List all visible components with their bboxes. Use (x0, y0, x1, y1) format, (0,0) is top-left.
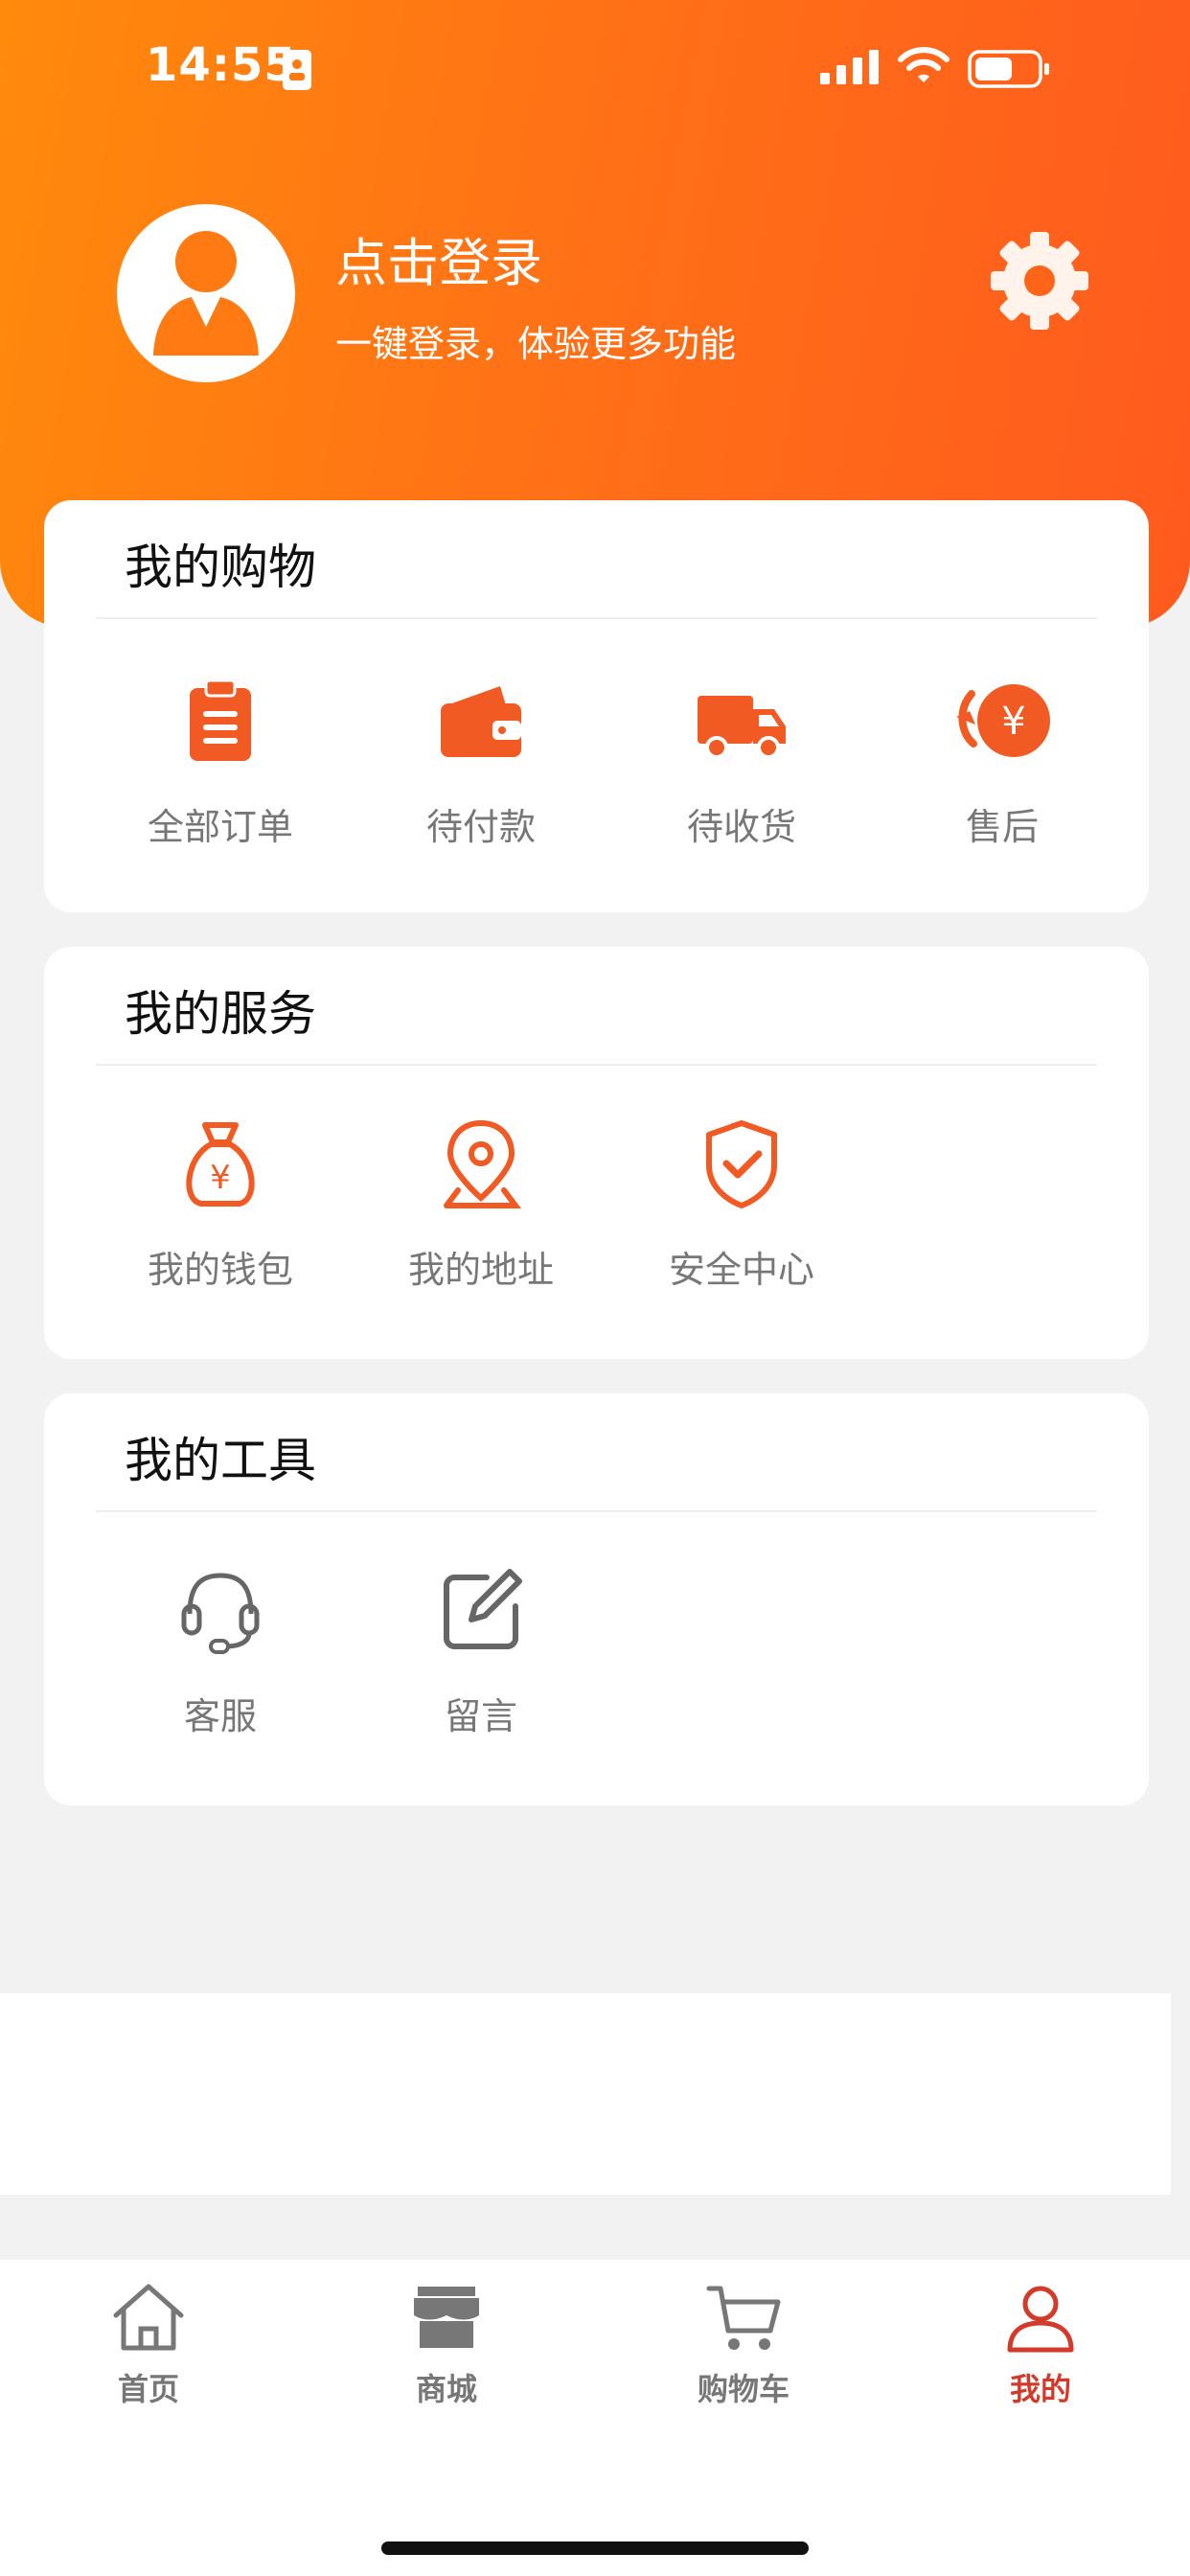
tab-me-label: 我的 (1009, 2371, 1071, 2407)
pending-payment-label: 待付款 (425, 806, 536, 848)
shopping-card: 我的购物 全部订单 待付款 待收货 ¥ 售后 (44, 500, 1149, 912)
tab-cart[interactable]: 购物车 (648, 2281, 839, 2409)
security-center-button[interactable]: 安全中心 (611, 1116, 872, 1293)
wifi-icon (898, 47, 950, 82)
tools-card: 我的工具 客服 留言 (44, 1393, 1149, 1806)
home-icon (113, 2284, 184, 2351)
security-center-label: 安全中心 (668, 1249, 814, 1291)
tab-store[interactable]: 商城 (351, 2281, 542, 2409)
blank-banner (0, 1993, 1171, 2195)
headset-icon (181, 1573, 260, 1654)
home-indicator[interactable] (381, 2542, 809, 2555)
tab-home-label: 首页 (117, 2371, 179, 2407)
divider (96, 1064, 1097, 1066)
after-sales-button[interactable]: ¥ 售后 (872, 673, 1133, 850)
wallet-label: 我的钱包 (147, 1249, 293, 1291)
user-avatar-icon (153, 231, 259, 356)
cart-icon (706, 2286, 781, 2350)
gear-icon[interactable] (987, 228, 1092, 334)
wallet-icon (441, 686, 521, 757)
after-sales-label: 售后 (965, 806, 1039, 848)
customer-service-button[interactable]: 客服 (90, 1562, 351, 1739)
shield-check-icon (706, 1120, 777, 1208)
login-subtitle: 一键登录，体验更多功能 (335, 323, 737, 365)
money-bag-icon: ¥ (186, 1122, 255, 1207)
tab-cart-label: 购物车 (697, 2371, 790, 2407)
divider (96, 617, 1097, 619)
pending-delivery-label: 待收货 (686, 806, 796, 848)
tab-bar: 首页 商城 购物车 我的 (0, 2260, 1190, 2576)
address-button[interactable]: 我的地址 (351, 1116, 611, 1293)
tools-card-title: 我的工具 (125, 1433, 316, 1488)
tab-me[interactable]: 我的 (945, 2281, 1136, 2409)
message-label: 留言 (444, 1695, 517, 1737)
avatar[interactable] (117, 204, 295, 382)
clipboard-icon (190, 678, 251, 761)
login-title[interactable]: 点击登录 (335, 220, 542, 296)
status-time: 14:55 (146, 38, 297, 92)
store-icon (414, 2287, 479, 2348)
tab-store-label: 商城 (415, 2371, 477, 2407)
orders-all-label: 全部订单 (147, 806, 293, 848)
customer-service-label: 客服 (183, 1695, 257, 1737)
services-card: 我的服务 ¥ 我的钱包 我的地址 安全中心 (44, 947, 1149, 1359)
user-icon (1007, 2286, 1074, 2353)
edit-icon (444, 1569, 522, 1649)
address-label: 我的地址 (407, 1249, 554, 1291)
wallet-button[interactable]: ¥ 我的钱包 (90, 1116, 351, 1293)
battery-icon (968, 50, 1049, 88)
services-card-title: 我的服务 (125, 986, 316, 1042)
pending-payment-button[interactable]: 待付款 (351, 673, 611, 850)
tab-home[interactable]: 首页 (53, 2281, 244, 2409)
truck-icon (698, 696, 786, 759)
orders-all-button[interactable]: 全部订单 (90, 673, 351, 850)
message-button[interactable]: 留言 (351, 1562, 611, 1739)
sim-card-icon (283, 50, 311, 90)
refund-icon: ¥ (956, 684, 1050, 757)
divider (96, 1510, 1097, 1512)
pending-delivery-button[interactable]: 待收货 (611, 673, 872, 850)
shopping-card-title: 我的购物 (125, 540, 316, 595)
svg-text:¥: ¥ (1001, 700, 1025, 744)
location-pin-icon (444, 1119, 521, 1208)
svg-text:¥: ¥ (210, 1159, 231, 1197)
signal-icon (820, 50, 879, 84)
